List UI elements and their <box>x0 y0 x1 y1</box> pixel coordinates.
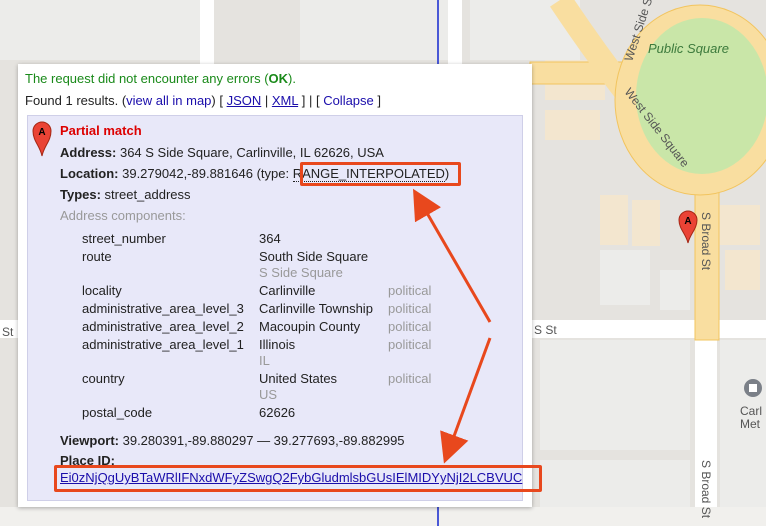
result-marker-letter: A <box>38 127 45 138</box>
map-marker-letter: A <box>684 216 691 227</box>
park-label: Public Square <box>648 41 729 56</box>
component-type: locality <box>82 283 122 298</box>
result-marker-icon: A <box>32 121 52 157</box>
types-value: street_address <box>100 187 191 202</box>
component-long-name: Macoupin County <box>259 319 361 334</box>
component-type: route <box>82 249 112 264</box>
component-type: administrative_area_level_1 <box>82 337 244 352</box>
component-long-name: Carlinville Township <box>259 301 373 316</box>
results-sep-3: ] | [ <box>298 93 324 108</box>
component-type: administrative_area_level_2 <box>82 319 244 334</box>
types-label: Types: <box>60 187 101 202</box>
geocode-result-panel: The request did not encounter any errors… <box>18 64 532 507</box>
component-long-name: Carlinville <box>259 283 316 298</box>
component-short-name: IL <box>259 353 270 368</box>
component-type: street_number <box>82 231 166 246</box>
address-row: Address: 364 S Side Square, Carlinville,… <box>60 145 384 160</box>
match-title: Partial match <box>60 123 142 138</box>
viewport-row: Viewport: 39.280391,-89.880297 — 39.2776… <box>60 433 405 448</box>
viewport-label: Viewport: <box>60 433 119 448</box>
component-extra: political <box>388 319 432 334</box>
results-sep-4: ] <box>373 93 382 108</box>
component-extra: political <box>388 371 432 386</box>
status-message: The request did not encounter any errors… <box>25 71 296 86</box>
location-label: Location: <box>60 166 119 181</box>
component-type: country <box>82 371 125 386</box>
location-type-highlight <box>300 162 461 186</box>
location-value: 39.279042,-89.881646 (type: <box>118 166 293 181</box>
view-all-in-map-link[interactable]: view all in map <box>126 93 211 108</box>
viewport-value: 39.280391,-89.880297 — 39.277693,-89.882… <box>119 433 405 448</box>
component-long-name: South Side Square <box>259 249 369 264</box>
results-sep-1: ) [ <box>211 93 227 108</box>
status-ok: OK <box>268 71 289 86</box>
street-label-s-broad-st-upper: S Broad St <box>699 212 713 271</box>
component-extra: political <box>388 301 432 316</box>
component-long-name: Illinois <box>259 337 296 352</box>
results-count: Found 1 results. ( <box>25 93 127 108</box>
map-marker-icon[interactable]: A <box>678 210 698 244</box>
place-id-highlight <box>54 465 542 492</box>
component-extra: political <box>388 283 432 298</box>
types-row: Types: street_address <box>60 187 191 202</box>
poi-label-line2: Met <box>740 417 761 431</box>
component-type: administrative_area_level_3 <box>82 301 244 316</box>
component-long-name: 62626 <box>259 405 296 420</box>
component-short-name: US <box>259 387 278 402</box>
component-long-name: 364 <box>259 231 281 246</box>
component-short-name: S Side Square <box>259 265 343 280</box>
street-label-s-st: S St <box>534 323 557 337</box>
component-long-name: United States <box>259 371 338 386</box>
collapse-link[interactable]: Collapse <box>323 93 374 108</box>
xml-link[interactable]: XML <box>272 93 298 108</box>
street-label-st-left: St <box>2 325 14 339</box>
results-sep-2: | <box>261 93 272 108</box>
poi-label-line1: Carl <box>740 404 762 418</box>
component-extra: political <box>388 337 432 352</box>
results-summary: Found 1 results. (view all in map) [ JSO… <box>25 93 381 108</box>
json-link[interactable]: JSON <box>227 93 262 108</box>
street-label-s-broad-st-lower: S Broad St <box>699 460 713 519</box>
status-text: The request did not encounter any errors… <box>25 71 269 86</box>
components-label: Address components: <box>60 208 186 223</box>
address-value: 364 S Side Square, Carlinville, IL 62626… <box>116 145 384 160</box>
component-type: postal_code <box>82 405 153 420</box>
status-text-end: ). <box>288 71 296 86</box>
address-label: Address: <box>60 145 117 160</box>
